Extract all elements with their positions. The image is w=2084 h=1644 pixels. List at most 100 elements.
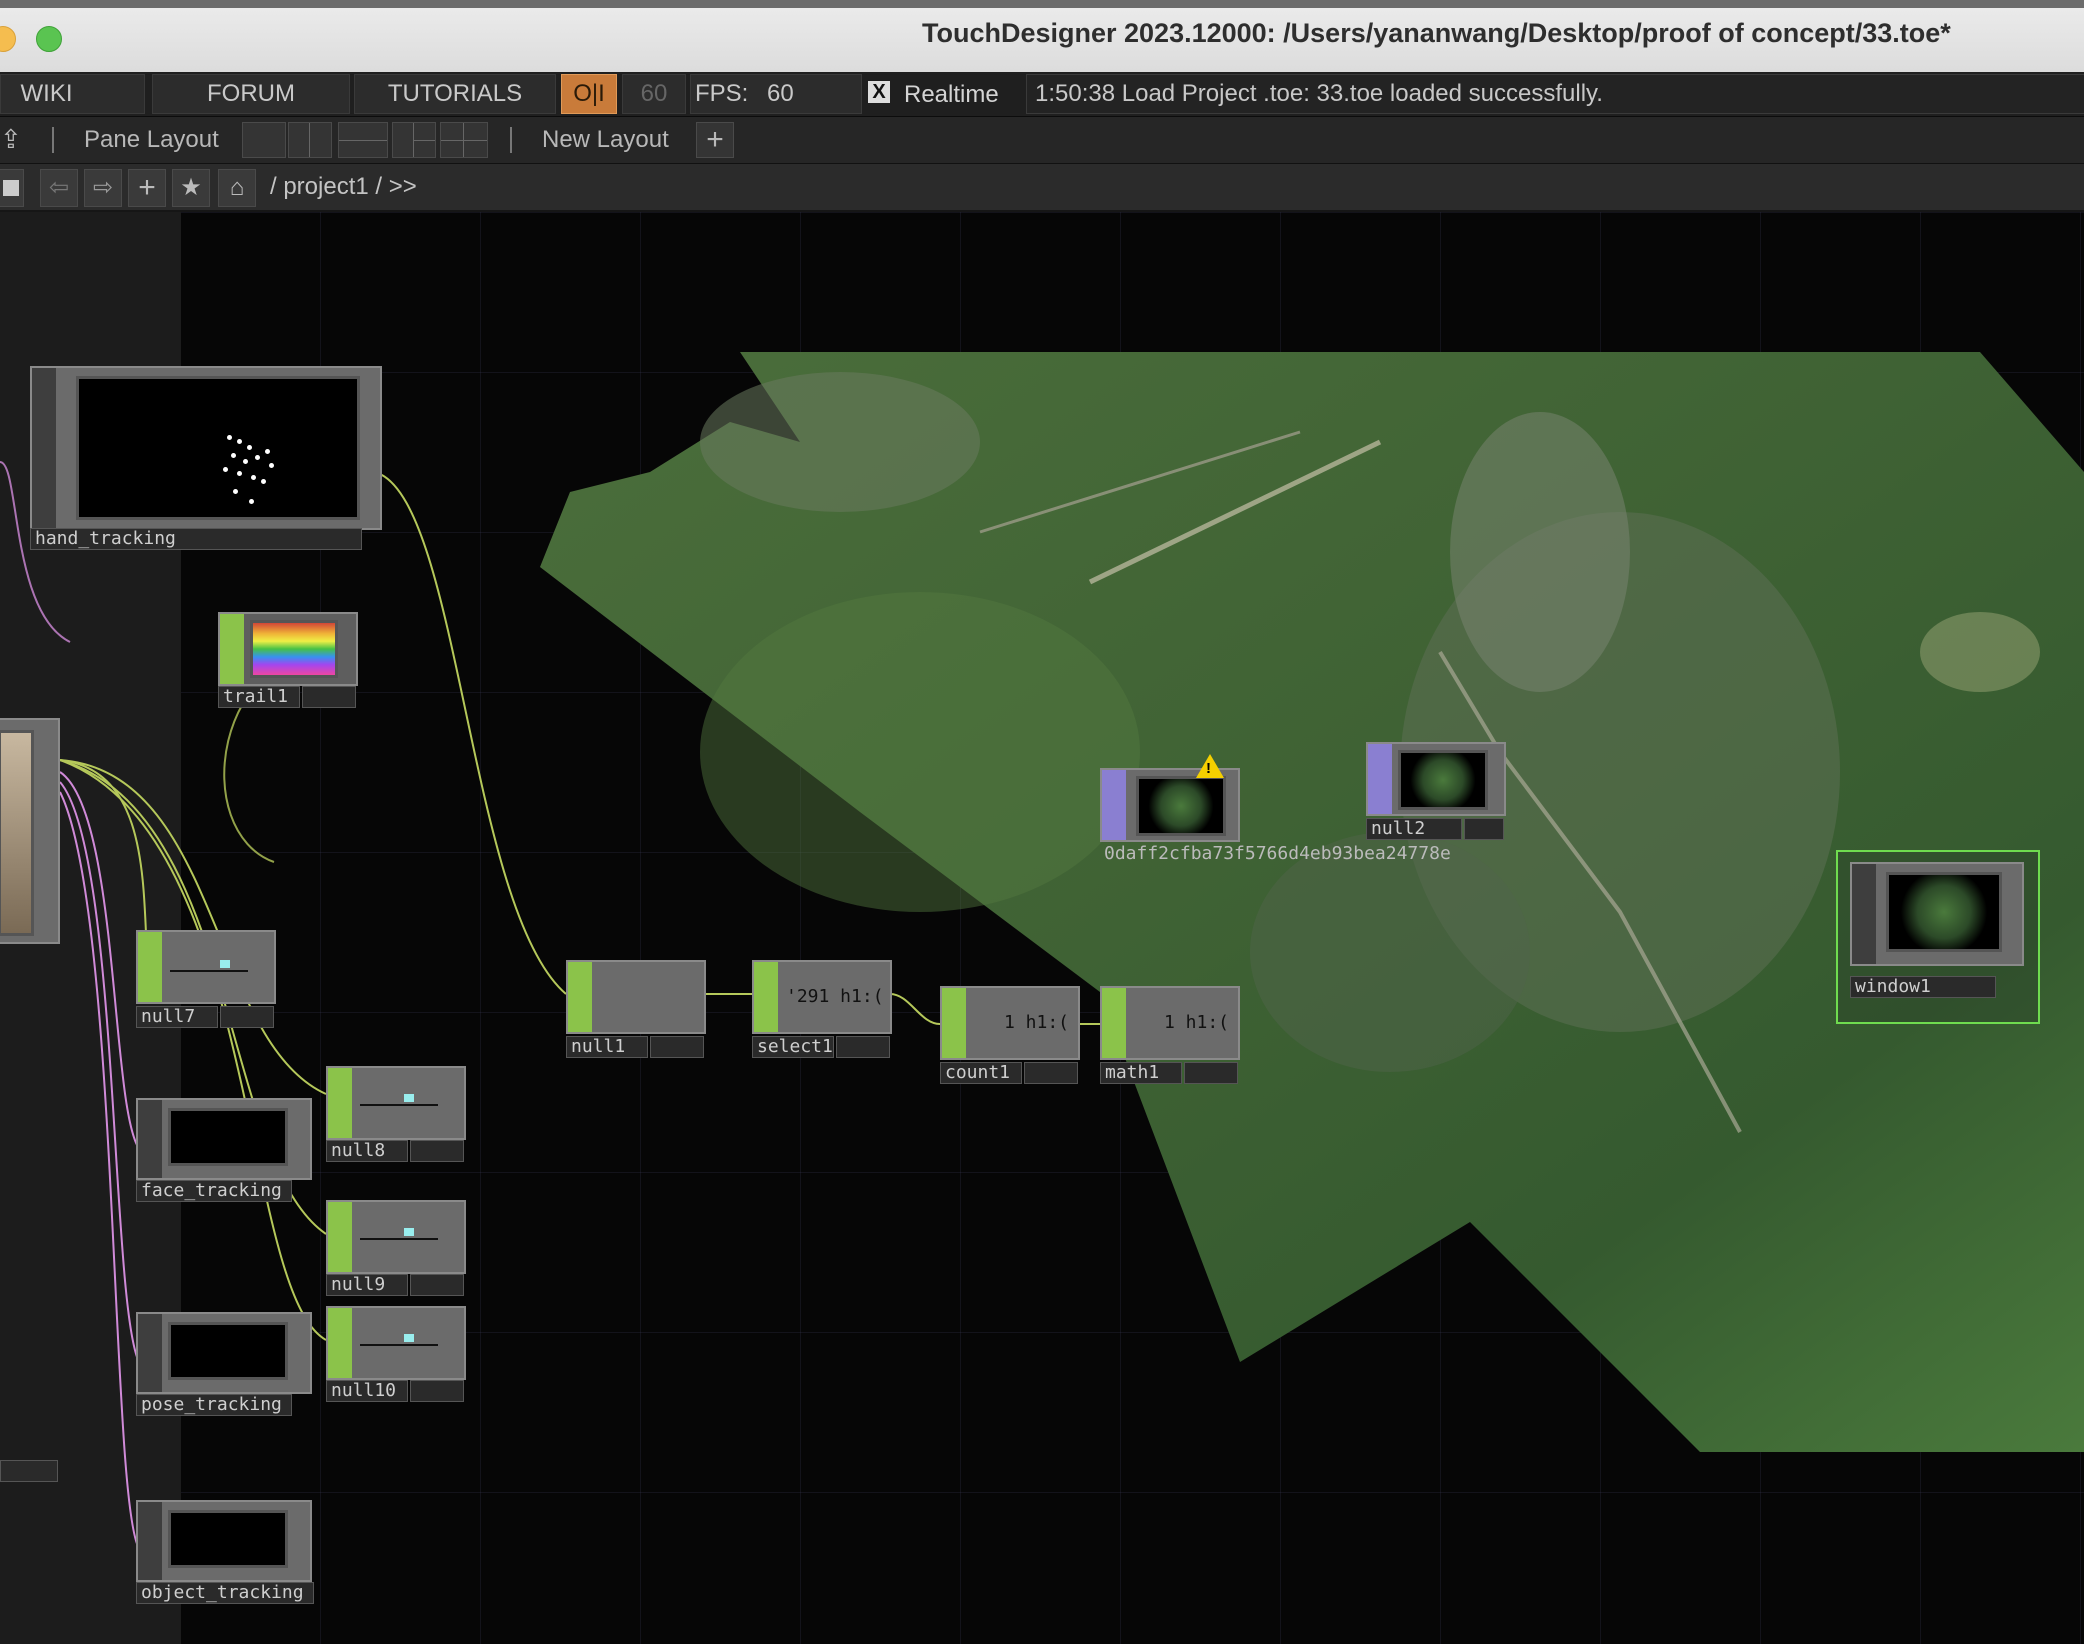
pane-layout-single-button[interactable]: [242, 122, 286, 158]
video-input-viewer: [0, 730, 34, 936]
null10-label: null10: [326, 1380, 408, 1402]
select1-node[interactable]: '291 h1:( select1: [752, 960, 892, 1070]
forward-arrow-icon[interactable]: ⇨: [84, 169, 122, 207]
desktop-strip: [0, 0, 2084, 8]
tracking-point: [237, 471, 242, 476]
count1-node[interactable]: 1 h1:( count1: [940, 986, 1080, 1096]
upload-icon[interactable]: ⇪: [0, 125, 26, 153]
hand-tracking-viewer: [76, 376, 360, 520]
pane-layout-horizontal-button[interactable]: [338, 122, 388, 158]
realtime-check-mark: X: [872, 81, 886, 103]
video-input-node[interactable]: [0, 718, 60, 1482]
chop-line: [360, 1238, 438, 1240]
null9-flags[interactable]: [410, 1274, 464, 1296]
null10-body: [326, 1306, 466, 1380]
node-side-icons: [1852, 864, 1876, 964]
null2-node[interactable]: null2: [1366, 742, 1506, 852]
realtime-checkbox[interactable]: X: [868, 81, 890, 103]
stop-icon[interactable]: [0, 169, 24, 207]
image-top-body: [1100, 768, 1240, 842]
add-layout-button[interactable]: +: [696, 122, 734, 158]
status-bar: 1:50:38 Load Project .toe: 33.toe loaded…: [1026, 74, 2084, 114]
math1-value: 1 h1:(: [1164, 1012, 1230, 1033]
tracking-point: [269, 463, 274, 468]
power-toggle-button[interactable]: O|I: [561, 74, 617, 114]
null8-node[interactable]: null8: [326, 1066, 466, 1176]
image-top-node[interactable]: ! 0daff2cfba73f5766d4eb93bea24778e: [1100, 754, 1451, 878]
math1-node[interactable]: 1 h1:( math1: [1100, 986, 1240, 1096]
null7-body: [136, 930, 276, 1004]
null2-viewer: [1398, 750, 1488, 810]
realtime-label: Realtime: [904, 81, 999, 108]
pose-tracking-viewer: [168, 1322, 288, 1380]
select1-flags[interactable]: [836, 1036, 890, 1058]
star-icon[interactable]: ★: [172, 169, 210, 207]
toolbar-divider: [510, 127, 512, 153]
null1-flags[interactable]: [650, 1036, 704, 1058]
object-tracking-node[interactable]: object_tracking: [136, 1500, 314, 1610]
toolbar-divider: [52, 127, 54, 153]
tracking-point: [265, 449, 270, 454]
hand-tracking-node[interactable]: hand_tracking: [30, 358, 382, 550]
status-message: 1:50:38 Load Project .toe: 33.toe loaded…: [1035, 80, 1603, 107]
node-side-icons: [328, 1308, 352, 1378]
null7-flags[interactable]: [220, 1006, 274, 1028]
tracking-point: [249, 499, 254, 504]
tracking-point: [243, 459, 248, 464]
trail1-flags[interactable]: [302, 686, 356, 708]
null8-flags[interactable]: [410, 1140, 464, 1162]
trail1-node[interactable]: trail1: [218, 612, 358, 722]
pane-layout-quad-button[interactable]: [440, 122, 488, 158]
video-input-flags[interactable]: [0, 1460, 58, 1482]
plus-icon: +: [706, 123, 724, 156]
node-side-icons: [32, 368, 56, 528]
face-tracking-body: [136, 1098, 312, 1180]
wiki-button[interactable]: WIKI: [0, 74, 145, 114]
object-tracking-viewer: [168, 1510, 288, 1568]
pose-tracking-label: pose_tracking: [136, 1394, 292, 1416]
forum-button[interactable]: FORUM: [152, 74, 350, 114]
add-icon[interactable]: +: [128, 169, 166, 207]
window1-viewer: [1886, 872, 2002, 952]
face-tracking-node[interactable]: face_tracking: [136, 1098, 312, 1208]
network-editor[interactable]: hand_tracking trail1 null7 null1 '291 h1…: [0, 212, 2084, 1644]
trail1-viewer: [250, 620, 338, 678]
back-arrow-icon[interactable]: ⇦: [40, 169, 78, 207]
network-path[interactable]: / project1 / >>: [270, 169, 417, 205]
path-bar: ⇦ ⇨ + ★ ⌂ / project1 / >>: [0, 164, 2084, 212]
window1-node[interactable]: window1: [1836, 850, 2040, 1024]
node-side-icons: [328, 1068, 352, 1138]
node-side-icons: [1102, 988, 1126, 1058]
pane-layout-vertical-button[interactable]: [288, 122, 332, 158]
fps-cap-field[interactable]: 60: [622, 74, 686, 114]
node-side-icons: [942, 988, 966, 1058]
chop-line: [360, 1104, 438, 1106]
node-side-icons: [138, 1502, 162, 1580]
null10-flags[interactable]: [410, 1380, 464, 1402]
null7-node[interactable]: null7: [136, 930, 276, 1036]
null2-flags[interactable]: [1464, 818, 1504, 840]
null1-node[interactable]: null1: [566, 960, 706, 1070]
node-side-icons: [328, 1202, 352, 1272]
math1-label: math1: [1100, 1062, 1182, 1084]
zoom-button[interactable]: [36, 26, 62, 52]
pane-layout-three-button[interactable]: [392, 122, 436, 158]
count1-flags[interactable]: [1024, 1062, 1078, 1084]
tracking-point: [251, 475, 256, 480]
tracking-point: [255, 455, 260, 460]
trail1-label: trail1: [218, 686, 300, 708]
node-side-icons: [138, 932, 162, 1002]
tracking-point: [233, 489, 238, 494]
null10-node[interactable]: null10: [326, 1306, 466, 1416]
null9-node[interactable]: null9: [326, 1200, 466, 1310]
null8-label: null8: [326, 1140, 408, 1162]
fps-display: FPS: 60: [690, 74, 862, 114]
chop-marker: [404, 1228, 414, 1236]
math1-flags[interactable]: [1184, 1062, 1238, 1084]
pose-tracking-node[interactable]: pose_tracking: [136, 1312, 312, 1422]
node-side-icons: [220, 614, 244, 684]
minimize-button[interactable]: [0, 26, 16, 52]
chop-marker: [404, 1334, 414, 1342]
home-icon[interactable]: ⌂: [218, 169, 256, 207]
tutorials-button[interactable]: TUTORIALS: [354, 74, 556, 114]
